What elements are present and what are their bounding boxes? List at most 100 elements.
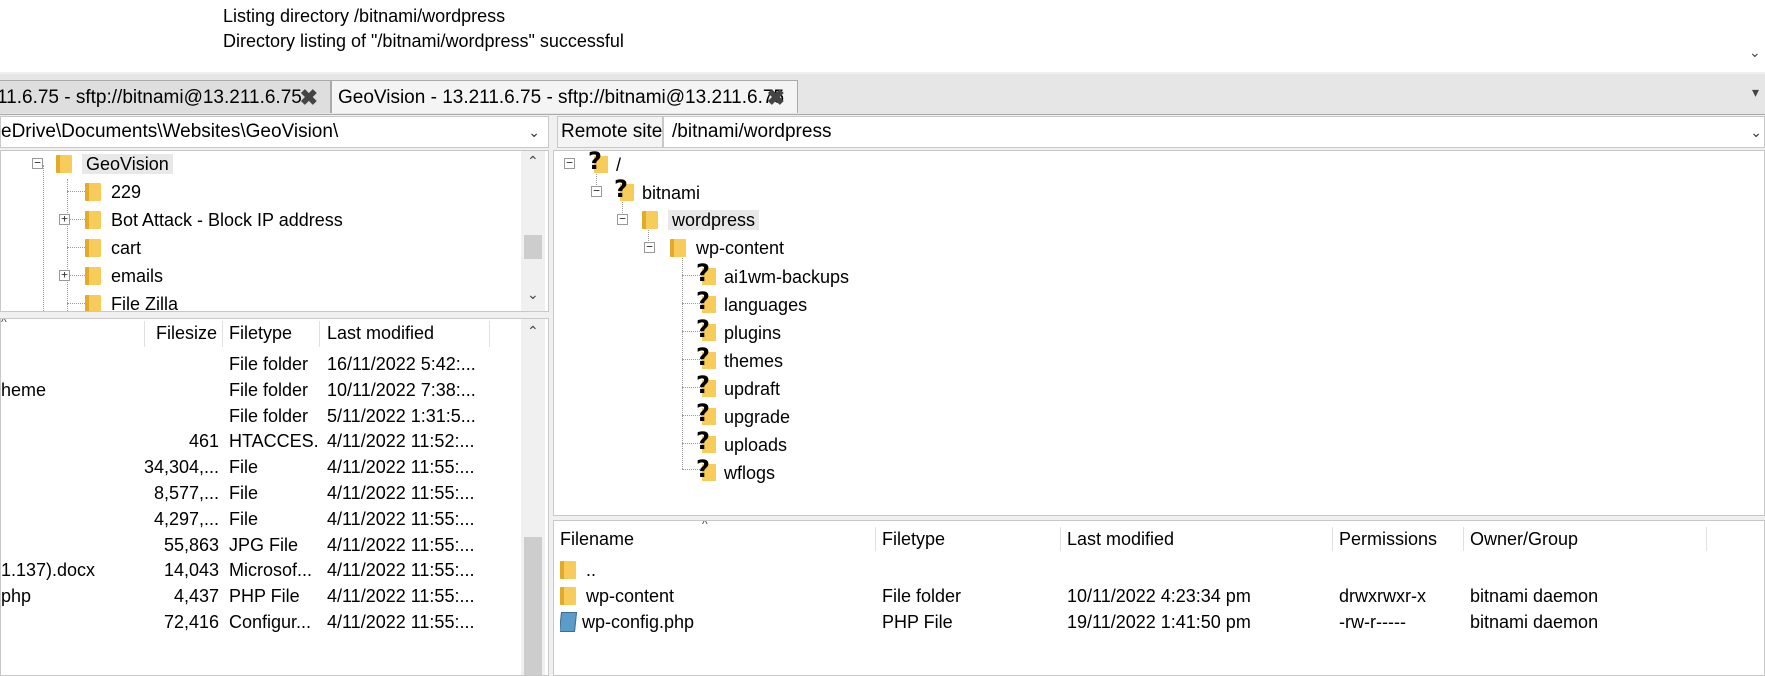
- remote-site-label-box: Remote site:: [557, 116, 663, 148]
- tree-item-wflogs[interactable]: ? wflogs: [696, 456, 775, 485]
- close-tab-icon[interactable]: ✖: [300, 81, 318, 114]
- table-row[interactable]: 1.137).docx 14,043 Microsof... 4/11/2022 11…: [1, 557, 519, 583]
- scroll-up-icon[interactable]: ⌃: [527, 323, 539, 340]
- filesize-cell: 4,297,...: [153, 508, 219, 529]
- filesize-cell: 14,043: [163, 560, 219, 581]
- collapse-icon[interactable]: −: [617, 213, 628, 225]
- sort-ascending-icon: ^: [1, 318, 7, 329]
- tree-item-file-zilla[interactable]: File Zilla: [85, 291, 178, 311]
- column-header-filesize[interactable]: Filesize: [145, 319, 217, 347]
- unknown-folder-icon: ?: [696, 372, 716, 401]
- tree-item-bitnami[interactable]: ? bitnami: [614, 176, 700, 205]
- filename-cell: wp-config.php: [560, 609, 870, 635]
- table-row[interactable]: 461 HTACCES... 4/11/2022 11:52:...: [1, 428, 519, 454]
- filetype-cell: Microsof...: [229, 560, 313, 581]
- unknown-folder-icon: ?: [614, 176, 634, 205]
- tree-item-wp-content[interactable]: wp-content: [670, 235, 784, 261]
- expand-icon[interactable]: +: [59, 269, 70, 281]
- table-row[interactable]: php 4,437 PHP File 4/11/2022 11:55:...: [1, 583, 519, 609]
- filetype-cell: File folder: [882, 586, 962, 606]
- column-header-last-modified[interactable]: Last modified: [1067, 525, 1174, 553]
- remote-path-combobox[interactable]: /bitnami/wordpress ⌄: [663, 116, 1765, 148]
- close-tab-icon[interactable]: ✖: [767, 81, 785, 114]
- scroll-up-icon[interactable]: ⌃: [527, 153, 539, 170]
- column-header-owner-group[interactable]: Owner/Group: [1470, 525, 1578, 553]
- tree-item-upgrade[interactable]: ? upgrade: [696, 400, 790, 429]
- column-header-permissions[interactable]: Permissions: [1339, 525, 1437, 553]
- tree-item-geovision[interactable]: GeoVision: [56, 151, 173, 177]
- last-modified-cell: 5/11/2022 1:31:5...: [327, 405, 476, 426]
- column-header-last-modified[interactable]: Last modified: [327, 319, 434, 347]
- filename-cell: [1, 454, 141, 480]
- owner-group-cell: bitnami daemon: [1470, 612, 1599, 632]
- filetype-cell: Configur...: [229, 612, 312, 632]
- expand-icon[interactable]: +: [59, 213, 70, 225]
- remote-path-value[interactable]: /bitnami/wordpress: [672, 121, 831, 142]
- local-path-combobox[interactable]: eDrive\Documents\Websites\GeoVision\ ⌄: [0, 116, 549, 148]
- tree-item-emails[interactable]: emails: [85, 263, 163, 289]
- last-modified-cell: [1067, 557, 1327, 583]
- unknown-folder-icon: ?: [696, 344, 716, 373]
- unknown-folder-icon: ?: [696, 316, 716, 345]
- scrollbar-thumb[interactable]: [524, 537, 542, 675]
- tree-item-updraft[interactable]: ? updraft: [696, 372, 780, 401]
- collapse-icon[interactable]: −: [591, 185, 602, 197]
- scroll-down-icon[interactable]: ⌄: [527, 286, 539, 303]
- table-row[interactable]: 8,577,... File 4/11/2022 11:55:...: [1, 480, 519, 506]
- collapse-icon[interactable]: −: [32, 157, 43, 169]
- tree-item-root[interactable]: ? /: [588, 151, 621, 177]
- filetype-cell: PHP File: [882, 612, 953, 632]
- folder-icon: [85, 183, 101, 201]
- filetype-cell: File: [229, 457, 259, 478]
- filename-cell: 1.137).docx: [1, 560, 96, 581]
- tree-item-languages[interactable]: ? languages: [696, 288, 807, 317]
- folder-icon: [560, 561, 576, 579]
- unknown-folder-icon: ?: [696, 400, 716, 429]
- table-row[interactable]: 55,863 JPG File 4/11/2022 11:55:...: [1, 532, 519, 558]
- table-row[interactable]: File folder 16/11/2022 5:42:...: [1, 351, 519, 377]
- table-row[interactable]: wp-content File folder 10/11/2022 4:23:34 …: [554, 583, 1754, 609]
- tree-item-cart[interactable]: cart: [85, 235, 141, 261]
- local-list-scrollbar[interactable]: ⌃: [521, 319, 545, 675]
- message-log: Listing directory /bitnami/wordpress Dir…: [0, 0, 1765, 72]
- tab-menu-icon[interactable]: ▾: [1752, 84, 1759, 101]
- tree-item-bot-attack[interactable]: Bot Attack - Block IP address: [85, 207, 343, 233]
- table-row[interactable]: ..: [554, 557, 1754, 583]
- unknown-folder-icon: ?: [696, 428, 716, 457]
- last-modified-cell: 4/11/2022 11:55:...: [327, 586, 475, 607]
- collapse-icon[interactable]: −: [564, 157, 575, 169]
- column-header-filetype[interactable]: Filetype: [229, 319, 292, 347]
- tree-item-plugins[interactable]: ? plugins: [696, 316, 781, 345]
- folder-icon: [560, 587, 576, 605]
- scrollbar-thumb[interactable]: [524, 235, 542, 259]
- tree-item-229[interactable]: 229: [85, 179, 141, 205]
- tree-item-wordpress[interactable]: wordpress: [642, 207, 760, 233]
- log-scrollbar[interactable]: ⌄: [1745, 0, 1765, 72]
- column-header-filetype[interactable]: Filetype: [882, 525, 945, 553]
- filesize-cell: 72,416: [163, 612, 219, 632]
- table-row[interactable]: File folder 5/11/2022 1:31:5...: [1, 403, 519, 429]
- filetype-cell: File folder: [229, 354, 309, 374]
- filename-cell: [1, 403, 141, 429]
- filetype-cell: File: [229, 483, 259, 503]
- folder-icon: [642, 211, 658, 229]
- local-tree-scrollbar[interactable]: ⌃ ⌄: [521, 151, 545, 311]
- column-header-filename[interactable]: Filename: [560, 525, 634, 553]
- scroll-down-icon[interactable]: ⌄: [1749, 44, 1761, 61]
- tab-geovision[interactable]: GeoVision - 13.211.6.75 - sftp://bitnami…: [331, 80, 798, 113]
- collapse-icon[interactable]: −: [644, 241, 655, 253]
- table-row[interactable]: 72,416 Configur... 4/11/2022 11:55:...: [1, 609, 519, 635]
- last-modified-cell: 19/11/2022 1:41:50 pm: [1067, 612, 1251, 632]
- filetype-cell: File folder: [229, 405, 309, 426]
- tree-item-themes[interactable]: ? themes: [696, 344, 783, 373]
- table-row[interactable]: 4,297,... File 4/11/2022 11:55:...: [1, 506, 519, 532]
- chevron-down-icon[interactable]: ⌄: [528, 117, 540, 147]
- tree-item-uploads[interactable]: ? uploads: [696, 428, 787, 457]
- sort-ascending-icon: ^: [702, 520, 708, 531]
- tree-item-ai1wm-backups[interactable]: ? ai1wm-backups: [696, 260, 849, 289]
- table-row[interactable]: wp-config.php PHP File 19/11/2022 1:41:50 …: [554, 609, 1754, 635]
- table-row[interactable]: 34,304,... File 4/11/2022 11:55:...: [1, 454, 519, 480]
- tab-site-1[interactable]: 11.6.75 - sftp://bitnami@13.211.6.75 ✖: [0, 80, 331, 113]
- table-row[interactable]: heme File folder 10/11/2022 7:38:...: [1, 377, 519, 403]
- chevron-down-icon[interactable]: ⌄: [1750, 117, 1762, 147]
